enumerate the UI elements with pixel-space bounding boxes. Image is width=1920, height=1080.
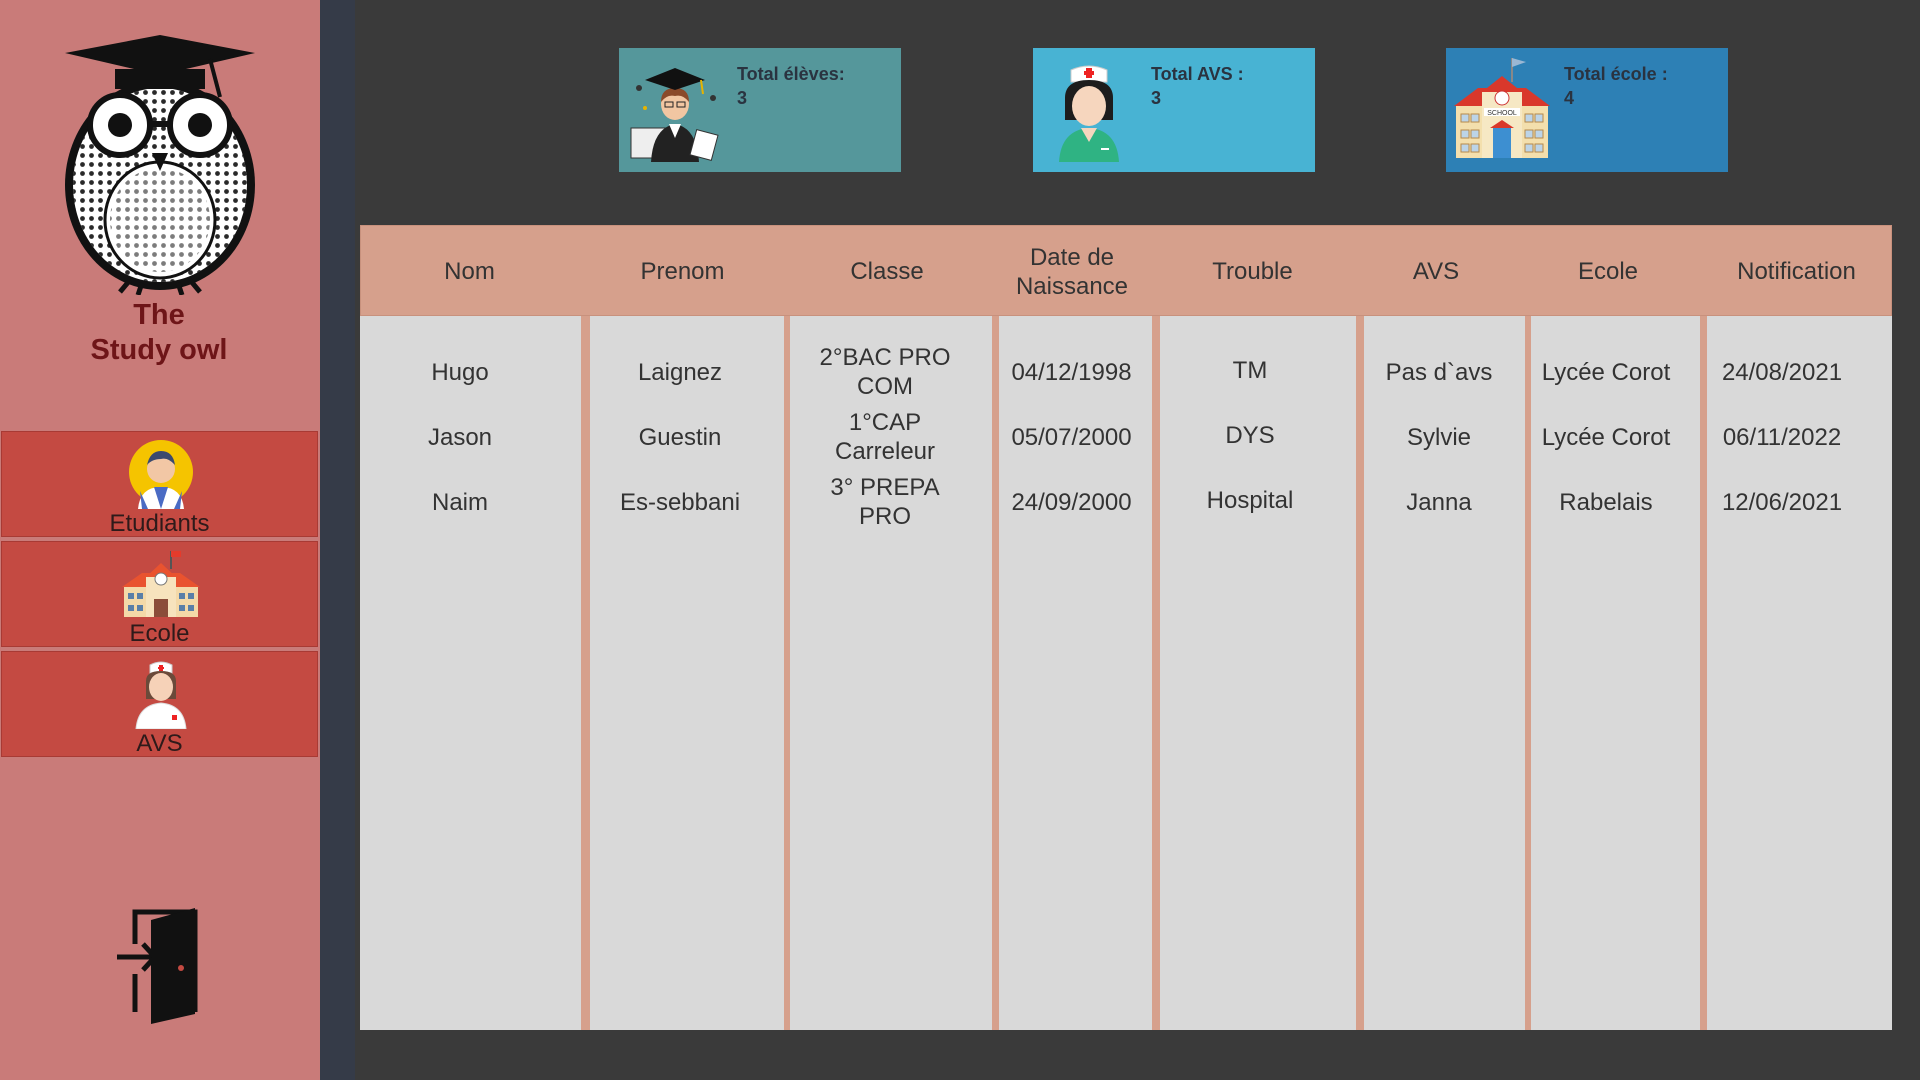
card-total-eleves: Total élèves: 3 xyxy=(619,48,901,172)
svg-text:SCHOOL: SCHOOL xyxy=(1487,110,1517,117)
nav-avs-label: AVS xyxy=(136,730,183,757)
students-table: Nom Prenom Classe Date de Naissance Trou… xyxy=(360,225,1892,1030)
nav-ecole-button[interactable]: Ecole xyxy=(1,541,318,647)
table-cell[interactable]: 24/08/2021 xyxy=(1707,337,1857,407)
table-cell[interactable]: Laignez xyxy=(590,337,770,407)
student-icon xyxy=(129,440,193,509)
nav-ecole-label: Ecole xyxy=(129,620,190,647)
sidebar-divider xyxy=(320,0,355,1080)
table-cell[interactable]: Rabelais xyxy=(1531,467,1681,537)
table-cell[interactable]: Lycée Corot xyxy=(1531,337,1681,407)
card-total-avs-label: Total AVS : xyxy=(1151,64,1244,84)
table-cell[interactable]: Es-sebbani xyxy=(590,467,770,537)
table-cell[interactable]: Hospital xyxy=(1160,465,1340,535)
card-total-ecole-value: 4 xyxy=(1564,88,1575,108)
header-nom[interactable]: Nom xyxy=(361,226,578,317)
school-building-icon: SCHOOL xyxy=(1454,58,1550,158)
nurse-icon xyxy=(1059,65,1119,162)
table-cell[interactable]: DYS xyxy=(1160,400,1340,470)
header-trouble[interactable]: Trouble xyxy=(1156,226,1349,317)
table-cell[interactable]: Jason xyxy=(360,402,560,472)
graduate-icon xyxy=(630,68,719,162)
card-total-ecole: SCHOOL Total école : 4 xyxy=(1446,48,1728,172)
table-cell[interactable]: 2°BAC PRO COM xyxy=(790,337,980,407)
nav-etudiants-label: Etudiants xyxy=(109,510,210,537)
header-classe[interactable]: Classe xyxy=(786,226,988,317)
table-cell[interactable]: 05/07/2000 xyxy=(999,402,1144,472)
school-icon xyxy=(122,551,200,617)
card-total-avs-value: 3 xyxy=(1151,88,1162,108)
table-cell[interactable]: Sylvie xyxy=(1364,402,1514,472)
card-total-eleves-value: 3 xyxy=(737,88,748,108)
app-title: The Study owl xyxy=(90,299,228,366)
table-cell[interactable]: 12/06/2021 xyxy=(1707,467,1857,537)
header-prenom[interactable]: Prenom xyxy=(586,226,779,317)
header-avs[interactable]: AVS xyxy=(1356,226,1516,317)
table-cell[interactable]: 24/09/2000 xyxy=(999,467,1144,537)
table-cell[interactable]: 1°CAP Carreleur xyxy=(790,402,980,472)
header-date-naissance[interactable]: Date de Naissance xyxy=(995,226,1149,317)
exit-door-icon[interactable] xyxy=(115,902,205,1027)
nav-etudiants-button[interactable]: Etudiants xyxy=(1,431,318,537)
table-cell[interactable]: Hugo xyxy=(360,337,560,407)
table-cell[interactable]: Guestin xyxy=(590,402,770,472)
table-cell[interactable]: Janna xyxy=(1364,467,1514,537)
table-cell[interactable]: Pas d`avs xyxy=(1364,337,1514,407)
table-cell[interactable]: 04/12/1998 xyxy=(999,337,1144,407)
header-ecole[interactable]: Ecole xyxy=(1523,226,1693,317)
table-header: Nom Prenom Classe Date de Naissance Trou… xyxy=(360,225,1892,316)
table-cell[interactable]: TM xyxy=(1160,335,1340,405)
table-cell[interactable]: Lycée Corot xyxy=(1531,402,1681,472)
sidebar: The Study owl Etudiants Ecole AVS xyxy=(0,0,320,1080)
card-total-eleves-label: Total élèves: xyxy=(737,64,845,84)
table-cell[interactable]: 3° PREPA PRO xyxy=(790,467,980,537)
card-total-avs: Total AVS : 3 xyxy=(1033,48,1315,172)
table-cell[interactable]: Naim xyxy=(360,467,560,537)
card-total-ecole-label: Total école : xyxy=(1564,64,1668,84)
nurse-icon xyxy=(135,661,187,729)
table-cell[interactable]: 06/11/2022 xyxy=(1707,402,1857,472)
header-notification[interactable]: Notification xyxy=(1700,226,1893,317)
owl-logo-icon xyxy=(65,35,255,295)
nav-avs-button[interactable]: AVS xyxy=(1,651,318,757)
